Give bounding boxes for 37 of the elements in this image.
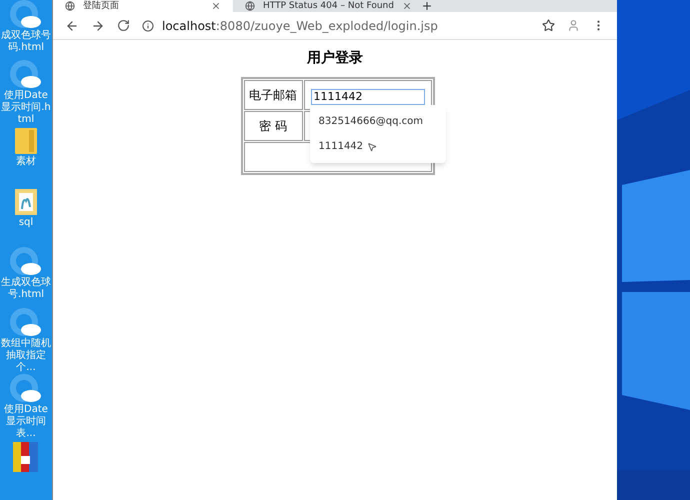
close-icon[interactable] [211, 1, 221, 11]
email-input[interactable]: 1111442 [310, 89, 424, 106]
bookmark-star-icon[interactable] [542, 19, 555, 32]
desktop-icon-label[interactable]: sql [0, 216, 52, 229]
desktop-icon-label[interactable]: 数组中随机抽取指定个... [0, 338, 52, 374]
desktop-icon-label[interactable]: 素材 [0, 156, 52, 168]
browser-icon [9, 0, 43, 30]
close-icon[interactable] [402, 1, 412, 11]
browser-icon [9, 308, 43, 338]
page-title: 用户登录 [307, 48, 363, 68]
tab-title: HTTP Status 404 – Not Found [263, 1, 394, 11]
desktop-icon-label[interactable]: 成双色球号码.html [0, 30, 52, 54]
globe-icon [65, 1, 75, 11]
profile-icon[interactable] [567, 19, 580, 32]
browser-icon [9, 60, 43, 90]
folder-icon [13, 126, 39, 156]
browser-tab[interactable]: 登陆页面 [53, 0, 233, 12]
autocomplete-option[interactable]: 1111442 [310, 134, 446, 159]
forward-icon[interactable] [91, 18, 105, 32]
desktop-icon-label[interactable]: 使用Date显示时间.html [0, 90, 52, 126]
autocomplete-option[interactable]: 832514666@qq.com [310, 109, 446, 134]
cursor-icon [367, 142, 378, 152]
info-icon[interactable] [142, 20, 154, 32]
desktop-icon-label[interactable]: 生成双色球号.html [0, 277, 52, 302]
email-label: 电子邮箱 [249, 88, 297, 102]
archive-icon [11, 440, 41, 474]
reload-icon[interactable] [117, 19, 130, 32]
globe-icon [245, 1, 255, 11]
back-icon[interactable] [65, 18, 79, 32]
browser-icon [9, 247, 43, 278]
password-label: 密 码 [259, 119, 287, 133]
address-bar[interactable]: localhost:8080/zuoye_Web_exploded/login.jsp [162, 16, 530, 34]
tab-title: 登陆页面 [83, 1, 120, 11]
new-tab-icon[interactable] [421, 0, 433, 12]
file-icon [13, 186, 39, 217]
browser-icon [9, 374, 43, 404]
desktop-icon-label[interactable]: 使用Date显示时间表... [0, 404, 52, 440]
